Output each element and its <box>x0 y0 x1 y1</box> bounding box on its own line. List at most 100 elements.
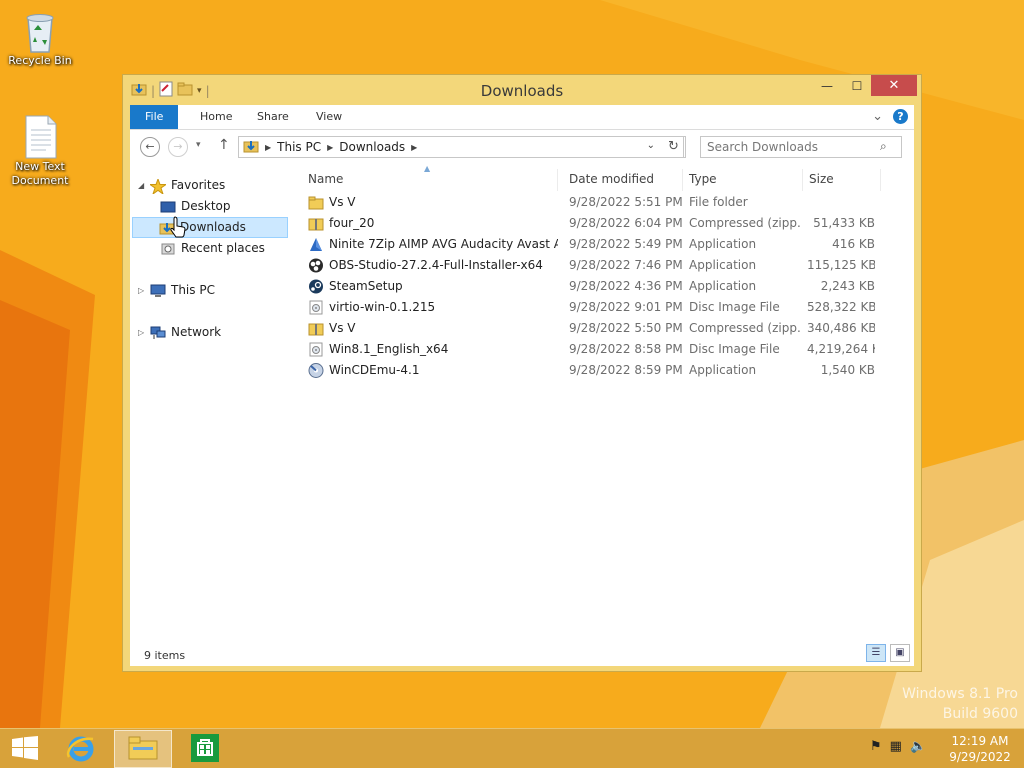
details-view-button[interactable]: ☰ <box>866 644 886 662</box>
new-text-document-desktop-icon[interactable]: New Text Document <box>0 114 80 188</box>
start-button[interactable] <box>0 730 50 768</box>
expand-ribbon-icon[interactable]: ⌄ <box>872 109 883 124</box>
wincdemu-icon <box>308 363 324 378</box>
title-bar[interactable]: | ▾ | Downloads — ☐ ✕ <box>123 75 921 105</box>
address-bar[interactable]: ▶ This PC ▶ Downloads ▶ ⌄ <box>238 136 684 158</box>
tab-file[interactable]: File <box>130 105 179 129</box>
file-type: Disc Image File <box>689 300 780 314</box>
file-name-cell: Vs V <box>308 318 558 339</box>
clock-date: 9/29/2022 <box>949 750 1011 764</box>
folder-icon <box>308 195 324 210</box>
volume-icon[interactable]: 🔈 <box>910 739 926 754</box>
back-button[interactable]: ← <box>140 137 160 157</box>
breadcrumb-this-pc[interactable]: This PC <box>277 140 321 154</box>
internet-explorer-button[interactable] <box>52 730 110 768</box>
file-type: Application <box>689 237 757 251</box>
address-dropdown-icon[interactable]: ⌄ <box>647 140 655 151</box>
star-icon <box>148 177 168 195</box>
file-name-cell: SteamSetup <box>308 276 558 297</box>
disc-icon <box>308 342 324 357</box>
file-list: ▲ Name Date modified Type Size Vs V 9/28/… <box>302 164 914 634</box>
new-text-document-label: New Text Document <box>11 160 69 187</box>
store-button[interactable] <box>176 730 234 768</box>
column-size[interactable]: Size <box>803 169 881 191</box>
file-date-modified: 9/28/2022 9:01 PM <box>569 300 683 314</box>
collapsed-arrow-icon[interactable]: ▷ <box>138 280 146 301</box>
tab-view[interactable]: View <box>302 105 356 129</box>
table-row[interactable]: Vs V 9/28/2022 5:50 PM Compressed (zipp...… <box>302 318 892 339</box>
table-row[interactable]: WinCDEmu-4.1 9/28/2022 8:59 PM Application… <box>302 360 892 381</box>
column-date-modified[interactable]: Date modified <box>563 169 683 191</box>
table-row[interactable]: virtio-win-0.1.215 9/28/2022 9:01 PM Disc … <box>302 297 892 318</box>
nav-desktop[interactable]: Desktop <box>160 196 231 217</box>
watermark-build: Build 9600 <box>942 706 1018 722</box>
column-name[interactable]: Name <box>302 169 558 191</box>
network-icon <box>150 326 166 340</box>
file-size: 4,219,264 KB <box>807 342 875 356</box>
collapsed-arrow-icon[interactable]: ▷ <box>138 322 146 343</box>
watermark-edition: Windows 8.1 Pro <box>902 686 1018 702</box>
tab-share[interactable]: Share <box>243 105 303 129</box>
table-row[interactable]: SteamSetup 9/28/2022 4:36 PM Application 2,… <box>302 276 892 297</box>
breadcrumb-separator-icon[interactable]: ▶ <box>327 143 333 152</box>
ninite-icon <box>308 237 324 252</box>
file-name: OBS-Studio-27.2.4-Full-Installer-x64 <box>329 258 543 272</box>
nav-favorites[interactable]: ◢ Favorites <box>138 175 225 196</box>
nav-network[interactable]: ▷ Network <box>138 322 221 343</box>
ribbon-tabs: File Home Share View ⌄ ? <box>130 105 914 130</box>
large-icons-view-button[interactable]: ▣ <box>890 644 910 662</box>
file-date-modified: 9/28/2022 5:51 PM <box>569 195 683 209</box>
action-center-flag-icon[interactable]: ⚑ <box>870 739 882 754</box>
file-explorer-button[interactable] <box>114 730 172 768</box>
file-size: 2,243 KB <box>820 279 875 293</box>
windows-logo-icon <box>12 735 38 763</box>
refresh-button[interactable]: ↻ <box>662 136 686 158</box>
nav-this-pc[interactable]: ▷ This PC <box>138 280 215 301</box>
zip-icon <box>308 216 324 231</box>
table-row[interactable]: Ninite 7Zip AIMP AVG Audacity Avast Av..… <box>302 234 892 255</box>
breadcrumb-separator-icon[interactable]: ▶ <box>265 143 271 152</box>
file-name: four_20 <box>329 216 375 230</box>
file-size: 340,486 KB <box>807 321 875 335</box>
column-type[interactable]: Type <box>683 169 803 191</box>
file-type: Compressed (zipp... <box>689 216 801 230</box>
table-row[interactable]: OBS-Studio-27.2.4-Full-Installer-x64 9/28… <box>302 255 892 276</box>
breadcrumb-separator-icon[interactable]: ▶ <box>411 143 417 152</box>
search-input[interactable] <box>700 136 902 158</box>
nav-downloads[interactable]: Downloads <box>132 217 288 238</box>
search-icon[interactable]: ⌕ <box>880 139 887 154</box>
table-row[interactable]: four_20 9/28/2022 6:04 PM Compressed (zipp… <box>302 213 892 234</box>
forward-button[interactable]: → <box>168 137 188 157</box>
recent-locations-button[interactable]: ▾ <box>196 140 201 150</box>
breadcrumb-downloads[interactable]: Downloads <box>339 140 405 154</box>
file-date-modified: 9/28/2022 4:36 PM <box>569 279 683 293</box>
computer-icon <box>150 284 166 298</box>
file-type: File folder <box>689 195 748 209</box>
tab-home[interactable]: Home <box>186 105 246 129</box>
minimize-button[interactable]: — <box>813 75 841 96</box>
file-type: Application <box>689 363 757 377</box>
table-row[interactable]: Vs V 9/28/2022 5:51 PM File folder <box>302 192 892 213</box>
clock[interactable]: 12:19 AM 9/29/2022 <box>940 733 1020 765</box>
help-icon[interactable]: ? <box>893 109 908 124</box>
file-type: Application <box>689 279 757 293</box>
file-date-modified: 9/28/2022 8:59 PM <box>569 363 683 377</box>
table-row[interactable]: Win8.1_English_x64 9/28/2022 8:58 PM Disc … <box>302 339 892 360</box>
network-status-icon[interactable]: ▦ <box>890 739 902 754</box>
up-button[interactable]: ↑ <box>218 137 230 153</box>
file-date-modified: 9/28/2022 6:04 PM <box>569 216 683 230</box>
recent-places-icon <box>160 242 176 256</box>
recycle-bin-desktop-icon[interactable]: Recycle Bin <box>0 8 80 68</box>
expanded-arrow-icon[interactable]: ◢ <box>138 175 146 196</box>
file-type: Application <box>689 258 757 272</box>
file-name: SteamSetup <box>329 279 403 293</box>
file-name-cell: Win8.1_English_x64 <box>308 339 558 360</box>
mouse-cursor-icon <box>170 216 186 241</box>
file-name: virtio-win-0.1.215 <box>329 300 436 314</box>
nav-recent-places[interactable]: Recent places <box>160 238 265 259</box>
maximize-button[interactable]: ☐ <box>843 75 871 96</box>
recycle-bin-icon <box>20 8 60 53</box>
close-button[interactable]: ✕ <box>871 75 917 96</box>
navigation-pane: ◢ Favorites Desktop Downloads Recent pla… <box>130 164 290 634</box>
text-document-icon <box>20 114 60 159</box>
